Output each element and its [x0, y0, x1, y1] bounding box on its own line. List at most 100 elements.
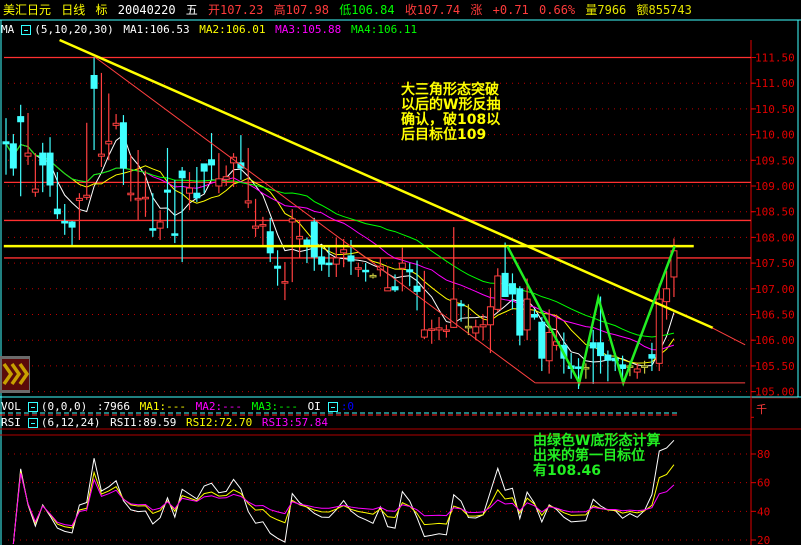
price-tick-label: 110.00: [755, 129, 795, 142]
candle-body: [83, 194, 91, 198]
candle-body: [347, 255, 355, 262]
candle-body: [369, 274, 377, 278]
candle-body: [171, 233, 179, 236]
candle-body: [516, 288, 524, 336]
price-tick-label: 108.00: [755, 231, 795, 244]
price-tick-label: 106.00: [755, 334, 795, 347]
candle-body: [479, 324, 487, 328]
candle-body: [420, 329, 428, 338]
price-tick-label: 106.50: [755, 309, 795, 322]
candle-body: [127, 192, 135, 196]
price-tick-label: 110.50: [755, 103, 795, 116]
candle-body: [597, 342, 605, 357]
candle-body: [244, 200, 252, 204]
candle-body: [163, 189, 171, 193]
candle-body: [486, 306, 494, 326]
candle-body: [494, 275, 502, 310]
candle-body: [545, 331, 553, 362]
candle-body: [464, 325, 472, 329]
candle-body: [442, 329, 450, 332]
candle-body: [413, 285, 421, 292]
candle-body: [208, 159, 216, 166]
candle-body: [296, 235, 304, 240]
expand-panel-button[interactable]: [0, 356, 30, 393]
ma2-line: [5, 143, 675, 364]
candle-body: [193, 192, 201, 199]
candle-body: [619, 364, 627, 369]
candle-body: [354, 267, 362, 270]
candle-body: [648, 354, 656, 359]
candle-body: [435, 327, 443, 331]
price-tick-label: 107.50: [755, 257, 795, 270]
candle-body: [17, 116, 25, 123]
candle-body: [472, 326, 480, 334]
candle-body: [457, 303, 465, 307]
candle-body: [288, 218, 296, 223]
candle-body: [75, 197, 83, 201]
candle-body: [112, 122, 120, 126]
rsi-tick-label: 40: [757, 505, 770, 518]
candle-body: [149, 228, 157, 231]
candle-body: [428, 328, 436, 331]
candle-body: [68, 221, 76, 228]
candle-body: [501, 272, 509, 298]
candle-body: [186, 187, 193, 194]
rsi-tick-label: 60: [757, 477, 770, 490]
ma1-line: [5, 134, 675, 367]
rsi-tick-label: 20: [757, 534, 770, 545]
candle-body: [141, 196, 149, 200]
price-tick-label: 109.50: [755, 154, 795, 167]
candle-body: [663, 288, 671, 303]
candle-body: [391, 286, 399, 291]
price-tick-label: 108.50: [755, 206, 795, 219]
candle-body: [384, 287, 392, 292]
candle-body: [538, 321, 546, 359]
rsi-tick-label: 80: [757, 448, 770, 461]
candle-body: [575, 366, 583, 369]
price-tick-label: 109.00: [755, 180, 795, 193]
ma4-line: [5, 143, 675, 338]
candle-body: [156, 221, 164, 229]
chevron-right-icon: [2, 359, 30, 390]
candle-body: [53, 208, 61, 215]
triangle-extension-trendline: [711, 327, 746, 346]
candle-body: [24, 152, 32, 157]
candle-body: [134, 197, 142, 201]
candle-body: [303, 239, 311, 246]
candle-body: [39, 152, 47, 166]
candle-body: [406, 269, 414, 273]
candle-body: [325, 262, 333, 266]
candle-body: [46, 152, 54, 186]
candle-body: [31, 188, 39, 193]
candle-body: [266, 231, 274, 254]
candle-body: [97, 153, 105, 157]
candle-body: [178, 170, 186, 179]
candle-body: [61, 220, 69, 224]
price-tick-label: 111.50: [755, 52, 795, 65]
candle-body: [398, 262, 406, 269]
candle-body: [318, 256, 326, 265]
candle-body: [222, 176, 230, 180]
candle-body: [589, 342, 597, 349]
candle-body: [200, 163, 208, 172]
volume-unit-label: 千: [756, 403, 767, 416]
candle-body: [90, 74, 98, 89]
price-tick-label: 105.50: [755, 360, 795, 373]
candle-body: [604, 354, 612, 361]
price-tick-label: 107.00: [755, 283, 795, 296]
candle-body: [508, 283, 516, 295]
candle-body: [310, 221, 318, 258]
candle-body: [252, 225, 260, 229]
candle-body: [655, 298, 663, 364]
price-tick-label: 105.00: [755, 386, 795, 399]
candle-body: [633, 368, 641, 373]
w-bottom-annotation: 由绿色W底形态计算 出来的第一目标位 有108.46: [533, 433, 661, 479]
candle-body: [259, 224, 267, 227]
candle-body: [274, 265, 282, 269]
candle-body: [530, 314, 538, 318]
triangle-annotation: 大三角形态突破 以后的W形反抽 确认，破108以 后目标位109: [401, 82, 501, 143]
price-tick-label: 111.00: [755, 77, 795, 90]
candle-body: [215, 178, 223, 187]
candle-body: [340, 249, 348, 254]
candle-body: [2, 141, 10, 145]
